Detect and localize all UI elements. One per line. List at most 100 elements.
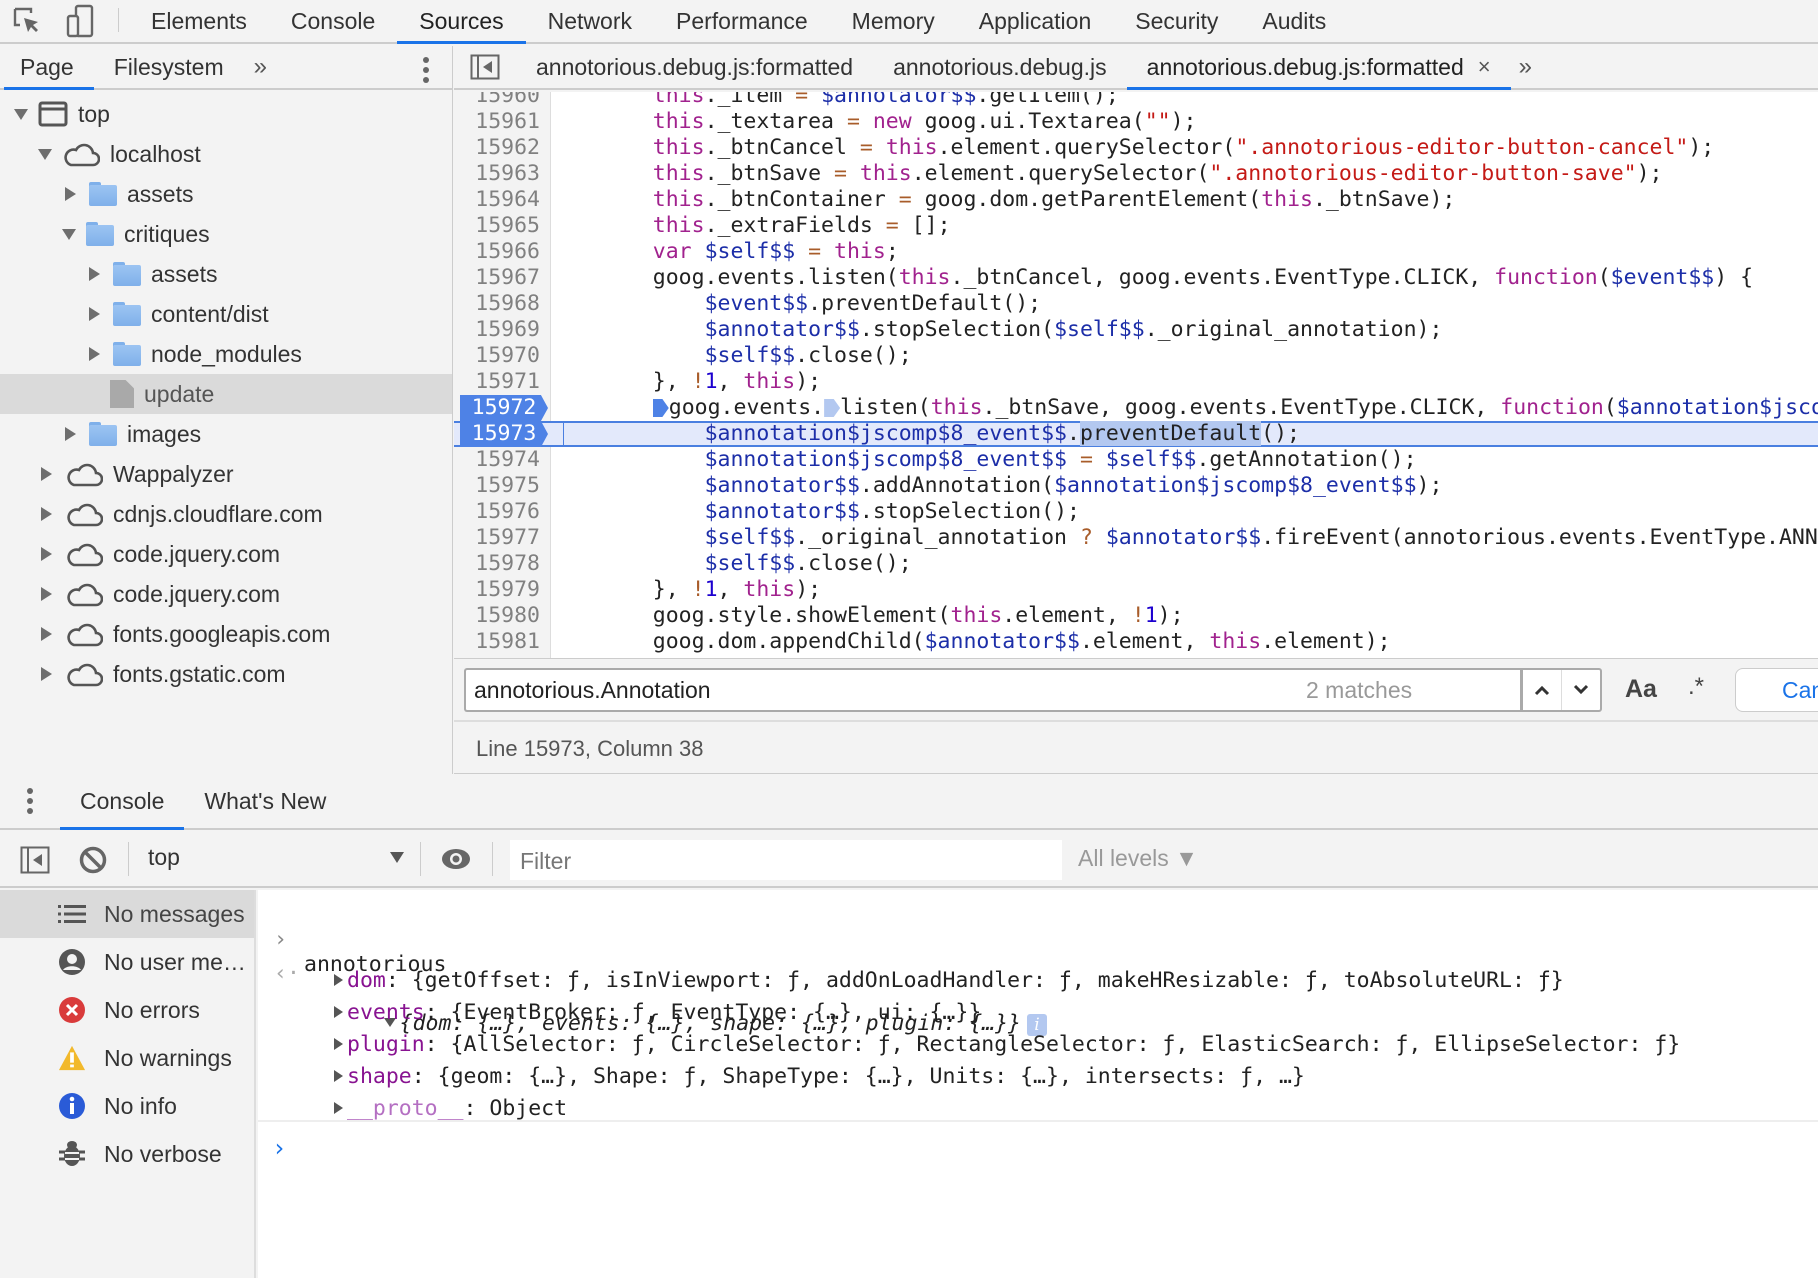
- console-filter-input[interactable]: Filter: [510, 840, 1062, 880]
- expand-triangle-icon[interactable]: [334, 1102, 343, 1114]
- console-filter-bug[interactable]: No verbose: [0, 1130, 254, 1178]
- line-number[interactable]: 15960: [454, 92, 540, 109]
- expand-arrow-right-icon[interactable]: [41, 667, 52, 681]
- code-line[interactable]: 15973 $annotation$jscomp$8_event$$.preve…: [454, 421, 1818, 447]
- tab-sources[interactable]: Sources: [397, 0, 527, 44]
- line-number[interactable]: 15980: [454, 603, 540, 629]
- editor-tab[interactable]: annotorious.debug.js:formatted: [516, 46, 873, 88]
- line-number[interactable]: 15975: [454, 473, 540, 499]
- expand-arrow-right-icon[interactable]: [89, 347, 100, 361]
- close-tab-icon[interactable]: ×: [1478, 54, 1491, 80]
- device-toolbar-button[interactable]: [54, 0, 108, 42]
- expand-arrow-right-icon[interactable]: [41, 587, 52, 601]
- code-line[interactable]: 15978 $self$$.close();: [454, 551, 1818, 577]
- code-line[interactable]: 15963 this._btnSave = this.element.query…: [454, 161, 1818, 187]
- expand-arrow-right-icon[interactable]: [41, 467, 52, 481]
- tab-security[interactable]: Security: [1113, 0, 1240, 42]
- tree-item[interactable]: localhost: [0, 134, 452, 174]
- line-number[interactable]: 15970: [454, 343, 540, 369]
- code-line[interactable]: 15969 $annotator$$.stopSelection($self$$…: [454, 317, 1818, 343]
- console-filter-info[interactable]: No info: [0, 1082, 254, 1130]
- inline-breakpoint-icon[interactable]: [652, 399, 669, 417]
- tree-item[interactable]: code.jquery.com: [0, 534, 452, 574]
- code-line[interactable]: 15981 goog.dom.appendChild($annotator$$.…: [454, 629, 1818, 655]
- next-match-button[interactable]: [1562, 670, 1600, 710]
- cancel-search-button[interactable]: Cancel: [1735, 668, 1818, 712]
- expand-arrow-right-icon[interactable]: [41, 507, 52, 521]
- expand-triangle-icon[interactable]: [334, 1038, 343, 1050]
- tab-page[interactable]: Page: [0, 46, 94, 90]
- more-editor-tabs-chevron-icon[interactable]: »: [1511, 46, 1540, 88]
- tree-item[interactable]: critiques: [0, 214, 452, 254]
- tab-memory[interactable]: Memory: [830, 0, 957, 42]
- tab-application[interactable]: Application: [957, 0, 1114, 42]
- tree-item[interactable]: Wappalyzer: [0, 454, 452, 494]
- expand-arrow-right-icon[interactable]: [65, 427, 76, 441]
- line-number[interactable]: 15974: [454, 447, 540, 473]
- tree-item[interactable]: code.jquery.com: [0, 574, 452, 614]
- dropdown-arrow-icon[interactable]: [390, 852, 404, 863]
- show-console-sidebar-button[interactable]: [20, 846, 50, 879]
- tree-item[interactable]: images: [0, 414, 452, 454]
- tab-elements[interactable]: Elements: [129, 0, 269, 42]
- expand-arrow-right-icon[interactable]: [41, 547, 52, 561]
- object-property[interactable]: __proto__: Object: [334, 1096, 567, 1121]
- drawer-tab-whats-new[interactable]: What's New: [184, 774, 346, 828]
- code-line[interactable]: 15966 var $self$$ = this;: [454, 239, 1818, 265]
- console-filter-user[interactable]: No user me…: [0, 938, 254, 986]
- tree-item[interactable]: assets: [0, 174, 452, 214]
- expand-arrow-right-icon[interactable]: [89, 307, 100, 321]
- code-line[interactable]: 15976 $annotator$$.stopSelection();: [454, 499, 1818, 525]
- navigator-menu-button[interactable]: [422, 56, 430, 89]
- line-number[interactable]: 15979: [454, 577, 540, 603]
- expand-arrow-right-icon[interactable]: [65, 187, 76, 201]
- console-result-line[interactable]: ‹· {dom: {…}, events: {…}, shape: {…}, p…: [258, 936, 1047, 1036]
- tab-performance[interactable]: Performance: [654, 0, 830, 42]
- tab-console[interactable]: Console: [269, 0, 397, 42]
- line-number[interactable]: 15963: [454, 161, 540, 187]
- expand-triangle-icon[interactable]: [334, 1006, 343, 1018]
- clear-console-button[interactable]: [78, 845, 108, 880]
- console-prompt[interactable]: ›: [272, 1134, 286, 1162]
- code-line[interactable]: 15960 this._item = $annotator$$.getItem(…: [454, 92, 1818, 109]
- breakpoint-marker[interactable]: 15972: [460, 395, 548, 421]
- line-number[interactable]: 15961: [454, 109, 540, 135]
- line-number[interactable]: 15966: [454, 239, 540, 265]
- code-line[interactable]: 15961 this._textarea = new goog.ui.Texta…: [454, 109, 1818, 135]
- line-number[interactable]: 15967: [454, 265, 540, 291]
- object-property[interactable]: shape: {geom: {…}, Shape: ƒ, ShapeType: …: [334, 1064, 1305, 1089]
- expand-arrow-right-icon[interactable]: [41, 627, 52, 641]
- expand-arrow-right-icon[interactable]: [89, 267, 100, 281]
- expand-triangle-icon[interactable]: [334, 1070, 343, 1082]
- tab-audits[interactable]: Audits: [1240, 0, 1348, 42]
- more-tabs-chevron-icon[interactable]: »: [244, 46, 277, 88]
- code-line[interactable]: 15971 }, !1, this);: [454, 369, 1818, 395]
- inline-breakpoint-icon[interactable]: [824, 399, 841, 417]
- code-line[interactable]: 15968 $event$$.preventDefault();: [454, 291, 1818, 317]
- line-number[interactable]: 15978: [454, 551, 540, 577]
- line-number[interactable]: 15964: [454, 187, 540, 213]
- console-filter-warning[interactable]: No warnings: [0, 1034, 254, 1082]
- expand-arrow-down-icon[interactable]: [38, 148, 52, 160]
- previous-match-button[interactable]: [1522, 670, 1562, 710]
- object-property[interactable]: plugin: {AllSelector: ƒ, CircleSelector:…: [334, 1032, 1680, 1057]
- toggle-navigator-button[interactable]: [454, 46, 516, 88]
- tree-item[interactable]: cdnjs.cloudflare.com: [0, 494, 452, 534]
- tab-filesystem[interactable]: Filesystem: [94, 46, 244, 88]
- tree-item[interactable]: fonts.googleapis.com: [0, 614, 452, 654]
- code-line[interactable]: 15970 $self$$.close();: [454, 343, 1818, 369]
- drawer-menu-button[interactable]: [0, 774, 60, 828]
- editor-tab[interactable]: annotorious.debug.js: [873, 46, 1127, 88]
- code-line[interactable]: 15972 goog.events. listen(this._btnSave, …: [454, 395, 1818, 421]
- tree-item[interactable]: top: [0, 94, 452, 134]
- editor-tab[interactable]: annotorious.debug.js:formatted ×: [1126, 46, 1511, 90]
- tree-item[interactable]: node_modules: [0, 334, 452, 374]
- object-property[interactable]: dom: {getOffset: ƒ, isInViewport: ƒ, add…: [334, 968, 1564, 993]
- code-line[interactable]: 15967 goog.events.listen(this._btnCancel…: [454, 265, 1818, 291]
- code-line[interactable]: 15980 goog.style.showElement(this.elemen…: [454, 603, 1818, 629]
- code-line[interactable]: 15965 this._extraFields = [];: [454, 213, 1818, 239]
- console-filter-list[interactable]: No messages: [0, 890, 254, 938]
- live-expression-button[interactable]: [440, 845, 472, 878]
- code-line[interactable]: 15974 $annotation$jscomp$8_event$$ = $se…: [454, 447, 1818, 473]
- context-selector[interactable]: top: [148, 844, 180, 871]
